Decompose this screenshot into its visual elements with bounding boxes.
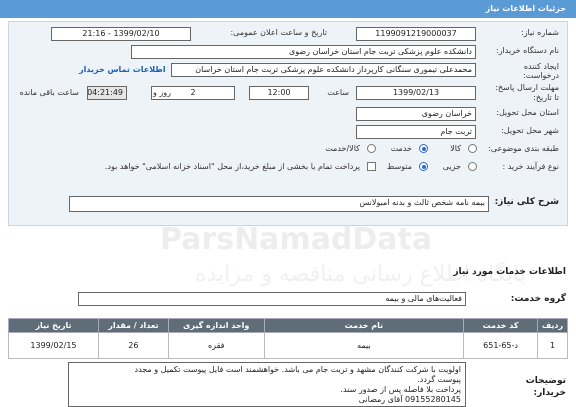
category-goods-radio[interactable] (468, 144, 477, 153)
buyer-field: دانشکده علوم پزشکی تربت جام استان خراسان… (131, 45, 476, 59)
service-group-label: گروه خدمت: (510, 294, 566, 304)
remaining-time-field: 04:21:49 (87, 86, 127, 100)
treasury-payment-note: پرداخت تمام یا بخشی از مبلغ خرید،از محل … (104, 162, 360, 171)
buyer-notes-line: 09155280145 آقای رمضانی (358, 395, 461, 404)
cell-row-number: 1 (537, 332, 568, 359)
table-header-row: ردیف کد خدمت نام خدمت واحد اندازه گیری ت… (8, 318, 568, 333)
creator-label-line2: درخواست: (523, 71, 559, 80)
col-unit: واحد اندازه گیری (167, 318, 265, 333)
buyer-notes-label-line1: توضیحات (525, 376, 566, 386)
deadline-label-line1: مهلت ارسال پاسخ: (495, 83, 559, 92)
need-number-label: شماره نیاز: (521, 28, 559, 37)
need-number-field: 1199091219000037 (356, 27, 476, 41)
cell-unit: فقره (167, 332, 265, 359)
cell-need-date: 1399/02/15 (8, 332, 99, 359)
province-label: استان محل تحویل: (496, 108, 559, 117)
buyer-label: نام دستگاه خریدار: (496, 46, 559, 55)
watermark-logo-text: ParsNamadData (160, 222, 433, 257)
buyer-notes-line: اولویت با شرکت کنندگان مشهد و تربت جام م… (134, 365, 462, 374)
category-label: طبقه بندی موضوعی: (488, 144, 559, 153)
days-label: روز و (153, 88, 171, 97)
cell-service-name: بیمه (263, 332, 465, 359)
creator-field: محمدعلی تیموری سنگانی کارپرداز دانشکده ع… (171, 63, 476, 77)
need-details-panel: شماره نیاز: 1199091219000037 تاریخ و ساع… (8, 21, 568, 226)
deadline-time-field: 12:00 (249, 86, 309, 100)
col-service-code: کد خدمت (463, 318, 539, 333)
buyer-notes-field: اولویت با شرکت کنندگان مشهد و تربت جام م… (68, 362, 466, 407)
process-type-label: نوع فرآیند خرید : (502, 162, 559, 171)
process-medium-radio[interactable] (419, 162, 428, 171)
cell-quantity: 26 (97, 332, 169, 359)
process-medium-label: متوسط (386, 162, 412, 171)
cell-service-code: د-65-651 (463, 332, 539, 359)
page-title: جزئیات اطلاعات نیاز (485, 4, 566, 13)
category-service-label: خدمت (390, 144, 412, 153)
category-goods-service-radio[interactable] (367, 144, 376, 153)
creator-label-line1: ایجاد کننده (523, 62, 559, 71)
deadline-date-field: 1399/02/13 (356, 86, 476, 100)
treasury-payment-checkbox[interactable] (367, 162, 376, 171)
city-field: تربت جام (356, 125, 476, 139)
category-goods-service-label: کالا/خدمت (325, 144, 360, 153)
buyer-notes-label-line2: خریدار: (533, 388, 566, 398)
buyer-contact-link[interactable]: اطلاعات تماس خریدار (79, 65, 166, 74)
deadline-time-label: ساعت (327, 88, 349, 97)
col-row-number: ردیف (537, 318, 568, 333)
process-partial-label: جزیی (442, 162, 461, 171)
province-field: خراسان رضوی (356, 107, 476, 121)
remaining-time-label: ساعت باقی مانده (19, 88, 79, 97)
category-service-radio[interactable] (419, 144, 428, 153)
buyer-notes-line: پرداخت بلا فاصله پس از صدور سند. (340, 385, 461, 394)
col-service-name: نام خدمت (263, 318, 465, 333)
summary-field: بیمه نامه شخص ثالث و بدنه امبولانس (69, 196, 489, 212)
col-quantity: تعداد / مقدار (97, 318, 169, 333)
deadline-label-line2: تا تاریخ: (533, 93, 559, 102)
city-label: شهر محل تحویل: (501, 126, 559, 135)
announce-date-field: 1399/02/10 - 21:16 (51, 27, 191, 41)
service-group-field: فعالیت‌های مالی و بیمه (78, 292, 466, 306)
services-table: ردیف کد خدمت نام خدمت واحد اندازه گیری ت… (8, 318, 568, 359)
services-section-title: اطلاعات خدمات مورد نیاز (453, 267, 566, 277)
table-row: 1 د-65-651 بیمه فقره 26 1399/02/15 (8, 332, 568, 359)
category-goods-label: کالا (450, 144, 461, 153)
announce-date-label: تاریخ و ساعت اعلان عمومی: (230, 28, 327, 37)
buyer-notes-line: پیوست گردد. (417, 375, 461, 384)
process-partial-radio[interactable] (468, 162, 477, 171)
summary-label: شرح کلی نیاز: (494, 197, 559, 207)
col-need-date: تاریخ نیاز (8, 318, 99, 333)
page-header: جزئیات اطلاعات نیاز (0, 0, 576, 18)
